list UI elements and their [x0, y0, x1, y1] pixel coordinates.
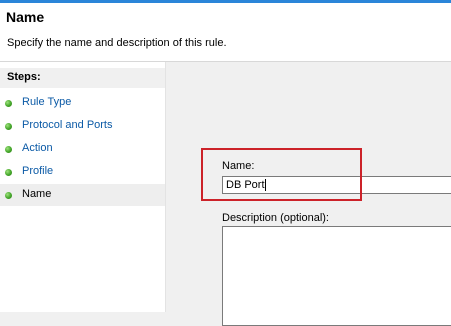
step-label: Profile: [22, 165, 54, 177]
steps-panel: Steps: Rule Type Protocol and Ports Acti…: [0, 62, 166, 312]
steps-title: Steps:: [0, 68, 165, 88]
step-action[interactable]: Action: [0, 138, 165, 160]
step-complete-icon: [5, 146, 12, 153]
step-label: Protocol and Ports: [22, 119, 113, 131]
step-label: Action: [22, 142, 53, 154]
step-rule-type[interactable]: Rule Type: [0, 92, 165, 114]
page-subtitle: Specify the name and description of this…: [7, 37, 227, 49]
description-textarea[interactable]: [222, 226, 451, 326]
header-accent-bar: [0, 0, 451, 3]
wizard-header: Name Specify the name and description of…: [0, 0, 451, 62]
step-label: Rule Type: [22, 96, 72, 108]
step-label: Name: [22, 188, 52, 200]
step-current-icon: [5, 192, 12, 199]
step-complete-icon: [5, 169, 12, 176]
step-protocol-and-ports[interactable]: Protocol and Ports: [0, 115, 165, 137]
highlight-annotation: [201, 148, 362, 201]
description-label: Description (optional):: [222, 212, 329, 224]
step-name[interactable]: Name: [0, 184, 165, 206]
step-complete-icon: [5, 100, 12, 107]
step-profile[interactable]: Profile: [0, 161, 165, 183]
step-complete-icon: [5, 123, 12, 130]
page-title: Name: [6, 9, 45, 25]
